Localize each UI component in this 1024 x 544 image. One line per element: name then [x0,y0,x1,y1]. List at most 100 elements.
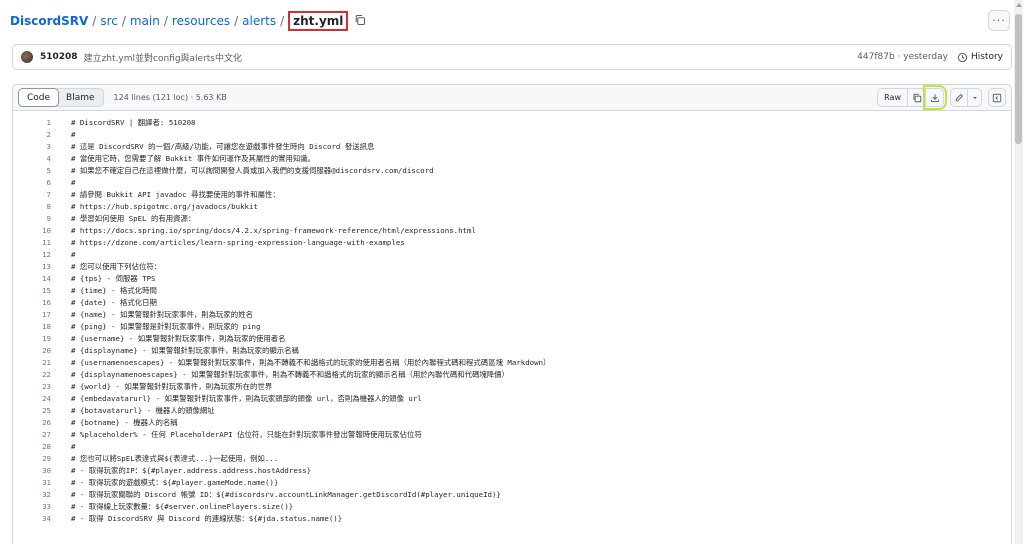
code-line: 9 # 學習如何使用 SpEL 的有用資源： [13,212,1011,224]
avatar[interactable] [21,51,33,63]
sidebar-collapse-icon [992,93,1002,102]
code-line: 13 # 您可以使用下列佔位符： [13,260,1011,272]
line-number[interactable]: 4 [13,154,51,163]
line-number[interactable]: 1 [13,118,51,127]
edit-button[interactable] [950,88,968,107]
breadcrumb-main-link[interactable]: main [130,14,160,28]
line-number[interactable]: 15 [13,286,51,295]
line-number[interactable]: 19 [13,334,51,343]
copy-path-icon[interactable] [354,14,368,28]
line-number[interactable]: 33 [13,502,51,511]
code-line: 10 # https://docs.spring.io/spring/docs/4… [13,224,1011,236]
breadcrumb-separator: / [92,14,97,28]
line-content: # 如果您不確定自己在這裡做什麼，可以詢問開發人員或加入我們的支援伺服器@dis… [71,165,434,175]
latest-commit-bar: 510208 建立zht.yml並對config與alerts中文化 447f8… [12,44,1012,70]
code-line: 34 # - 取得 DiscordSRV 與 Discord 的連線狀態：${#j… [13,512,1011,524]
line-content: # 您可以使用下列佔位符： [71,261,162,271]
line-content: # {displaynamenoescapes} - 如果警報針對玩家事件，則為… [71,369,509,379]
code-line: 7 # 請參閱 Bukkit API javadoc 尋找要使用的事件和屬性： [13,188,1011,200]
code-line: 5 # 如果您不確定自己在這裡做什麼，可以詢問開發人員或加入我們的支援伺服器@di… [13,164,1011,176]
breadcrumb-src-link[interactable]: src [100,14,118,28]
code-line: 26 # {botname} - 機器人的名稱 [13,416,1011,428]
line-number[interactable]: 25 [13,406,51,415]
view-toggle: Code Blame [18,88,104,107]
line-number[interactable]: 9 [13,214,51,223]
pencil-icon [955,93,964,101]
line-number[interactable]: 6 [13,178,51,187]
line-content: # - 取得玩家的IP：${#player.address.address.ho… [71,465,312,475]
line-number[interactable]: 3 [13,142,51,151]
breadcrumb-repo-link[interactable]: DiscordSRV [10,14,88,28]
line-number[interactable]: 29 [13,454,51,463]
line-number[interactable]: 11 [13,238,51,247]
code-line: 22 # {displaynamenoescapes} - 如果警報針對玩家事件，… [13,368,1011,380]
tab-code[interactable]: Code [18,88,60,107]
breadcrumb-current-file: zht.yml [288,11,349,31]
line-number[interactable]: 8 [13,202,51,211]
line-content: # {world} - 如果警報針對玩家事件，則為玩家所在的世界 [71,381,273,391]
tab-blame[interactable]: Blame [58,89,103,106]
line-number[interactable]: 28 [13,442,51,451]
line-number[interactable]: 23 [13,382,51,391]
line-content: # {embedavatarurl} - 如果警報針對玩家事件，則為玩家頭部的頭… [71,393,422,403]
line-content: # 請參閱 Bukkit API javadoc 尋找要使用的事件和屬性： [71,189,280,199]
breadcrumb-alerts-link[interactable]: alerts [242,14,276,28]
history-label: History [970,52,1003,62]
line-number[interactable]: 2 [13,130,51,139]
breadcrumb-separator: / [280,14,285,28]
code-line: 24 # {embedavatarurl} - 如果警報針對玩家事件，則為玩家頭部… [13,392,1011,404]
code-line: 19 # {username} - 如果警報針對玩家事件，則為玩家的使用者名 [13,332,1011,344]
line-number[interactable]: 30 [13,466,51,475]
line-number[interactable]: 17 [13,310,51,319]
line-content: # - 取得 DiscordSRV 與 Discord 的連線狀態：${#jda… [71,513,343,523]
line-number[interactable]: 13 [13,262,51,271]
line-number[interactable]: 31 [13,478,51,487]
line-number[interactable]: 10 [13,226,51,235]
code-line: 3 # 這是 DiscordSRV 的一個/高級/功能，可讓您在遊戲事件發生時向 … [13,140,1011,152]
line-content: # - 取得玩家關聯的 Discord 帳號 ID：${#discordsrv.… [71,489,501,499]
code-line: 17 # {name} - 如果警報針對玩家事件，則為玩家的姓名 [13,308,1011,320]
line-content: # - 取得線上玩家數量：${#server.onlinePlayers.siz… [71,501,294,511]
file-header: Code Blame 124 lines (121 loc) · 5.63 KB… [13,85,1011,111]
page-scrollbar[interactable] [1014,0,1023,544]
history-icon [957,52,968,62]
line-number[interactable]: 18 [13,322,51,331]
commit-sha-time[interactable]: 447f87b · yesterday [857,52,948,62]
line-number[interactable]: 5 [13,166,51,175]
code-line: 28 # [13,440,1011,452]
line-number[interactable]: 26 [13,418,51,427]
commit-author[interactable]: 510208 [40,52,78,62]
code-line: 15 # {time} - 格式化時間 [13,284,1011,296]
commit-message[interactable]: 建立zht.yml並對config與alerts中文化 [84,51,242,64]
line-content: # {tps} - 伺服器 TPS [71,273,156,283]
symbols-panel-button[interactable] [988,88,1006,107]
scroll-up-arrow-icon[interactable] [1016,3,1022,7]
code-line: 32 # - 取得玩家關聯的 Discord 帳號 ID：${#discordsr… [13,488,1011,500]
line-number[interactable]: 7 [13,190,51,199]
line-number[interactable]: 21 [13,358,51,367]
line-number[interactable]: 16 [13,298,51,307]
line-number[interactable]: 27 [13,430,51,439]
history-button[interactable]: History [957,52,1003,63]
line-number[interactable]: 12 [13,250,51,259]
chevron-down-icon [972,96,977,99]
line-number[interactable]: 34 [13,514,51,523]
line-number[interactable]: 22 [13,370,51,379]
line-number[interactable]: 14 [13,274,51,283]
code-line: 8 # https://hub.spigotmc.org/javadocs/buk… [13,200,1011,212]
scroll-thumb[interactable] [1015,14,1022,144]
code-line: 11 # https://dzone.com/articles/learn-spr… [13,236,1011,248]
file-viewer: Code Blame 124 lines (121 loc) · 5.63 KB… [12,84,1012,544]
line-content: # {name} - 如果警報針對玩家事件，則為玩家的姓名 [71,309,253,319]
line-number[interactable]: 24 [13,394,51,403]
code-body: 1 # DiscordSRV | 翻譯者: 510208 2 #3 # 這是 Disco… [13,111,1011,524]
copy-raw-button[interactable] [908,88,926,107]
more-options-button[interactable]: ··· [988,10,1010,31]
line-number[interactable]: 32 [13,490,51,499]
raw-button[interactable]: Raw [877,88,908,107]
line-content: # [71,249,76,259]
line-number[interactable]: 20 [13,346,51,355]
edit-dropdown-button[interactable] [968,88,982,107]
download-raw-button[interactable] [923,85,947,110]
breadcrumb-resources-link[interactable]: resources [172,14,230,28]
